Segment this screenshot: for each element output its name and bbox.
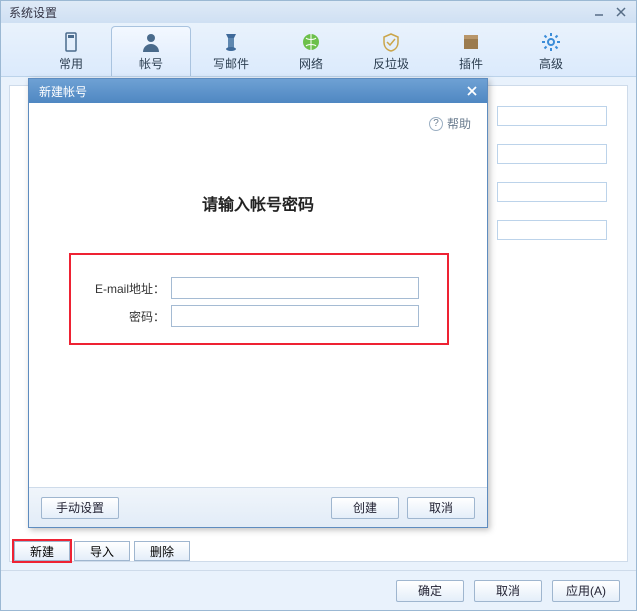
email-input[interactable]	[171, 277, 419, 299]
manual-setup-button[interactable]: 手动设置	[41, 497, 119, 519]
plugins-icon	[460, 31, 482, 53]
background-field[interactable]	[497, 144, 607, 164]
new-account-button[interactable]: 新建	[14, 541, 70, 561]
toolbar-network[interactable]: 网络	[271, 26, 351, 76]
email-label: E-mail地址：	[71, 280, 171, 297]
delete-account-button[interactable]: 删除	[134, 541, 190, 561]
dialog-close-icon[interactable]	[463, 84, 481, 98]
new-account-dialog: 新建帐号 ? 帮助 请输入帐号密码 E-mail地址： 密码： 手动设置 创建 …	[28, 78, 488, 528]
dialog-footer: 手动设置 创建 取消	[29, 487, 487, 527]
help-icon: ?	[429, 117, 443, 131]
ok-button[interactable]: 确定	[396, 580, 464, 602]
settings-bottom-bar: 确定 取消 应用(A)	[1, 570, 636, 610]
settings-title: 系统设置	[9, 4, 57, 21]
toolbar-account[interactable]: 帐号	[111, 26, 191, 76]
toolbar-plugins[interactable]: 插件	[431, 26, 511, 76]
password-label: 密码：	[71, 308, 171, 325]
background-fields	[497, 106, 607, 240]
credentials-highlight-box: E-mail地址： 密码：	[69, 253, 449, 345]
settings-toolbar: 常用 帐号 写邮件 网络 反垃圾	[1, 23, 636, 77]
background-field[interactable]	[497, 106, 607, 126]
email-row: E-mail地址：	[71, 277, 447, 299]
background-field[interactable]	[497, 220, 607, 240]
import-account-button[interactable]: 导入	[74, 541, 130, 561]
apply-button[interactable]: 应用(A)	[552, 580, 620, 602]
toolbar-advanced[interactable]: 高级	[511, 26, 591, 76]
toolbar-antispam[interactable]: 反垃圾	[351, 26, 431, 76]
compose-icon	[220, 31, 242, 53]
toolbar-compose[interactable]: 写邮件	[191, 26, 271, 76]
help-link[interactable]: ? 帮助	[429, 115, 471, 132]
password-row: 密码：	[71, 305, 447, 327]
common-icon	[60, 31, 82, 53]
account-mini-buttons: 新建 导入 删除	[14, 541, 190, 561]
advanced-icon	[540, 31, 562, 53]
help-label: 帮助	[447, 115, 471, 132]
cancel-button[interactable]: 取消	[474, 580, 542, 602]
close-icon[interactable]	[612, 5, 630, 19]
dialog-body: ? 帮助 请输入帐号密码 E-mail地址： 密码：	[29, 103, 487, 487]
password-input[interactable]	[171, 305, 419, 327]
minimize-icon[interactable]	[590, 5, 608, 19]
create-button[interactable]: 创建	[331, 497, 399, 519]
dialog-titlebar: 新建帐号	[29, 79, 487, 103]
background-field[interactable]	[497, 182, 607, 202]
settings-titlebar: 系统设置	[1, 1, 636, 23]
dialog-cancel-button[interactable]: 取消	[407, 497, 475, 519]
dialog-title: 新建帐号	[39, 83, 87, 100]
account-icon	[140, 31, 162, 53]
dialog-heading: 请输入帐号密码	[29, 191, 487, 215]
network-icon	[300, 31, 322, 53]
toolbar-common[interactable]: 常用	[31, 26, 111, 76]
antispam-icon	[380, 31, 402, 53]
